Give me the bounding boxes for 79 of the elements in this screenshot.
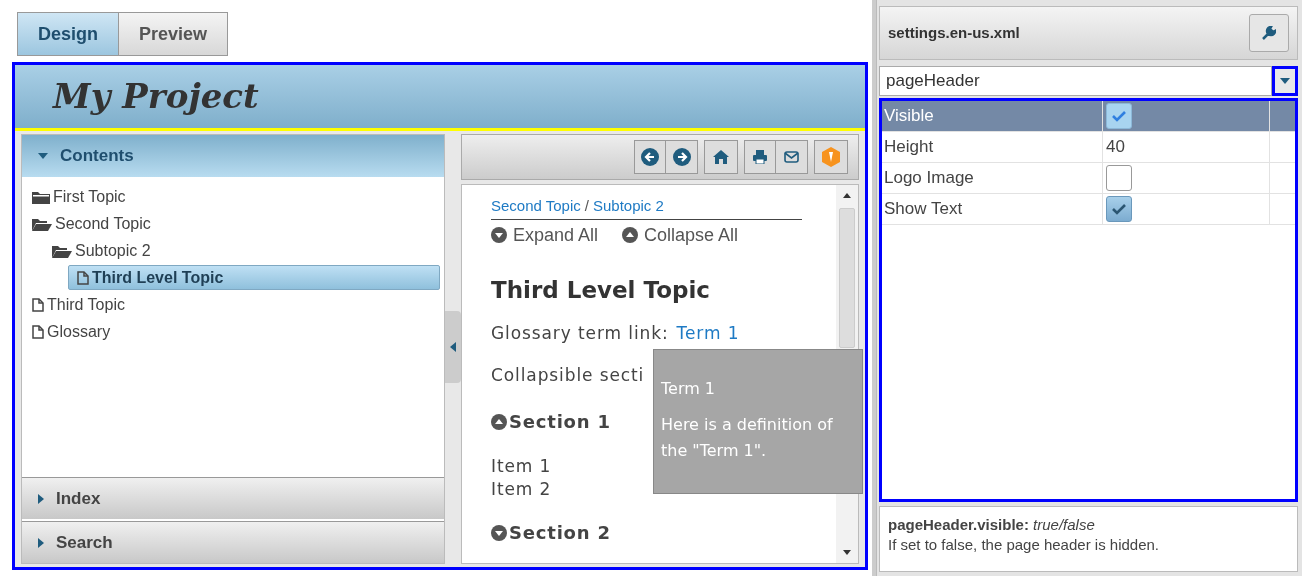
print-button[interactable]: [744, 140, 776, 174]
tree-item[interactable]: Third Topic: [32, 292, 125, 317]
dropdown-button[interactable]: [1272, 66, 1298, 96]
open-folder-icon: [52, 243, 72, 258]
project-title: My Project: [53, 75, 259, 118]
accordion-header[interactable]: Contents: [22, 135, 444, 177]
checkbox[interactable]: [1106, 103, 1132, 129]
checkbox[interactable]: [1106, 196, 1132, 222]
forward-button[interactable]: [666, 140, 698, 174]
caret-icon: [1280, 78, 1290, 84]
scroll-down-icon[interactable]: [843, 550, 851, 555]
expand-all-link[interactable]: Expand All: [491, 221, 599, 249]
tree-item[interactable]: Second Topic: [32, 211, 151, 236]
scroll-up-icon[interactable]: [843, 193, 851, 198]
tooltip-definition: Here is a definition of the "Term 1".: [661, 414, 834, 462]
open-folder-icon: [32, 216, 52, 231]
accordion-header[interactable]: Index: [22, 477, 444, 519]
mode-tab[interactable]: Preview: [119, 12, 229, 56]
checkmark-icon: [1112, 110, 1126, 122]
tree-item[interactable]: First Topic: [32, 184, 126, 209]
property-name: Show Text: [884, 198, 963, 221]
caret-right-icon: [38, 493, 44, 504]
checkmark-icon: [1112, 203, 1126, 215]
list-item: Item 1: [491, 455, 552, 478]
property-value[interactable]: 40: [1106, 134, 1125, 160]
element-dropdown[interactable]: pageHeader: [879, 66, 1272, 96]
property-name: Visible: [884, 105, 934, 128]
tree-item[interactable]: Third Level Topic: [68, 265, 440, 290]
page-icon: [32, 324, 44, 339]
property-name: pageHeader.visible:: [888, 516, 1029, 533]
collapse-icon: [491, 413, 507, 430]
expand-icon: [491, 524, 507, 541]
accordion-header[interactable]: Search: [22, 521, 444, 563]
section-toggle[interactable]: Section 2: [491, 519, 611, 546]
page-icon: [77, 270, 89, 285]
property-name: Height: [884, 136, 934, 159]
property-type: true/false: [1033, 516, 1095, 533]
topic-heading: Third Level Topic: [491, 275, 710, 305]
marker-icon: [820, 146, 842, 168]
settings-button[interactable]: [1249, 14, 1289, 52]
home-icon: [713, 150, 729, 164]
checkbox[interactable]: [1106, 165, 1132, 191]
page-icon: [32, 297, 44, 312]
breadcrumb-separator: /: [584, 196, 589, 216]
folder-icon: [32, 189, 50, 204]
collapse-all-link[interactable]: Collapse All: [622, 221, 739, 249]
scrollbar-thumb[interactable]: [839, 208, 855, 348]
mode-tab[interactable]: Design: [17, 12, 119, 56]
property-row[interactable]: Show Text: [882, 194, 1295, 225]
tree-item[interactable]: Glossary: [32, 319, 111, 344]
caret-down-icon: [38, 153, 48, 159]
back-button[interactable]: [634, 140, 666, 174]
breadcrumb-link[interactable]: Second Topic: [491, 195, 581, 218]
back-icon: [641, 148, 659, 166]
glossary-link[interactable]: Term 1: [676, 321, 740, 347]
property-row[interactable]: Visible: [882, 101, 1295, 132]
collapse-icon: [622, 227, 639, 243]
wrench-icon: [1262, 26, 1276, 40]
section-toggle[interactable]: Section 1: [491, 408, 611, 435]
breadcrumb-link[interactable]: Subtopic 2: [592, 195, 664, 218]
home-button[interactable]: [704, 140, 738, 174]
collapse-left-icon: [450, 342, 456, 352]
collapse-handle[interactable]: [445, 311, 461, 383]
paragraph: Collapsible secti: [491, 363, 645, 387]
list-item: Item 2: [491, 478, 552, 501]
envelope-icon: [784, 151, 799, 163]
caret-right-icon: [38, 537, 44, 548]
expand-icon: [491, 227, 507, 243]
glossary-label: Glossary term link:: [491, 322, 669, 345]
file-name: settings.en-us.xml: [888, 22, 1020, 43]
property-row[interactable]: Height 40: [882, 132, 1295, 163]
printer-icon: [753, 150, 767, 164]
forward-icon: [672, 148, 691, 166]
help-text: If set to false, the page header is hidden.: [888, 535, 1161, 555]
email-button[interactable]: [776, 140, 808, 174]
property-name: Logo Image: [884, 167, 974, 190]
tooltip-term: Term 1: [661, 378, 717, 400]
property-row[interactable]: Logo Image: [882, 163, 1295, 194]
tree-item[interactable]: Subtopic 2: [52, 238, 151, 263]
